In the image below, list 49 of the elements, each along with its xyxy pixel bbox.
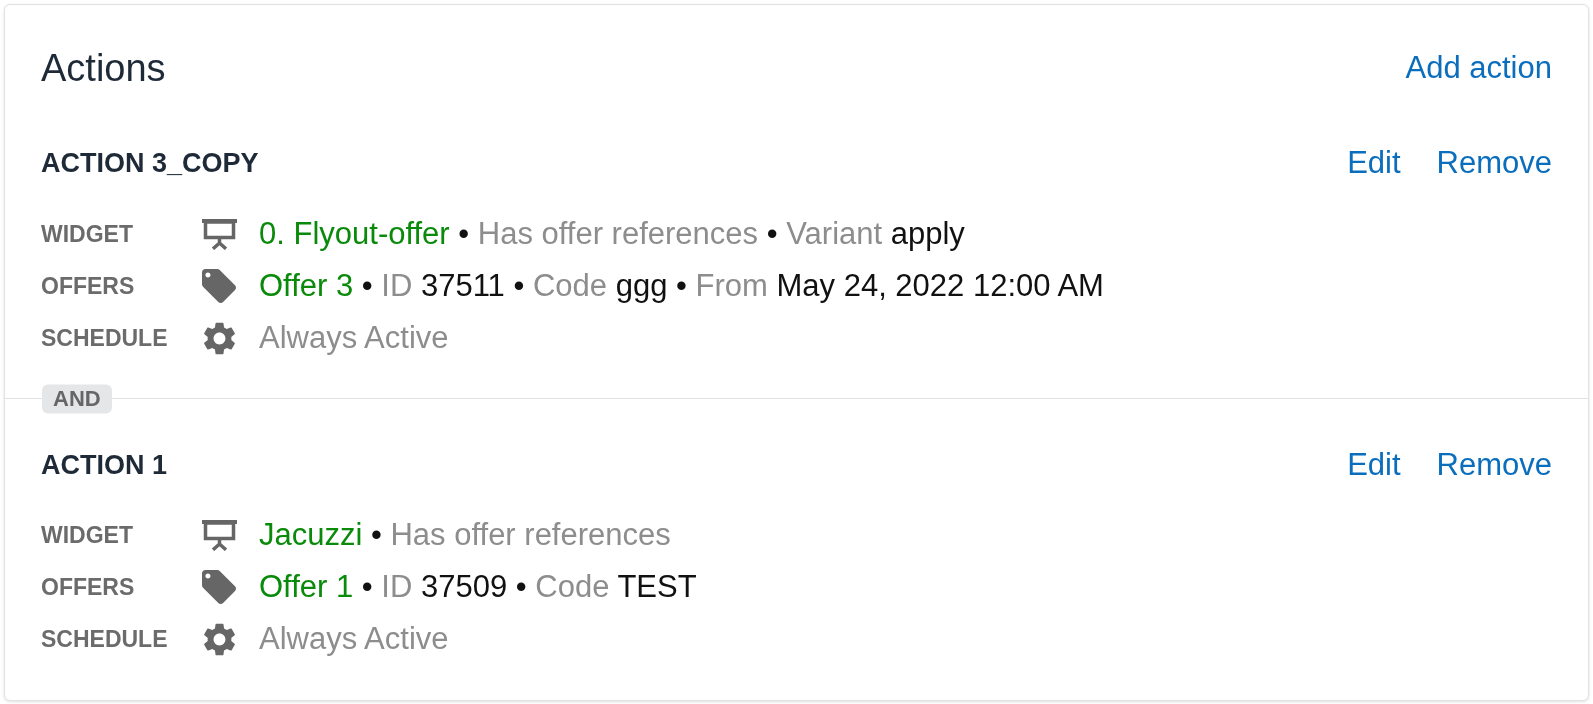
field-value: TEST xyxy=(617,569,697,604)
field-value: 37509 xyxy=(420,569,508,604)
offer-name: Offer 1 xyxy=(259,569,354,604)
bullet-separator: • xyxy=(458,216,470,251)
bullet-separator: • xyxy=(361,569,373,604)
and-badge: AND xyxy=(42,384,112,413)
card-title: Actions xyxy=(41,46,166,91)
widget-label: WIDGET xyxy=(41,219,134,249)
field-value: May 24, 2022 12:00 AM xyxy=(776,268,1104,303)
presentation-board-icon xyxy=(201,519,237,551)
offer-name: Offer 3 xyxy=(259,268,354,303)
widget-name: 0. Flyout-offer xyxy=(259,216,450,251)
gear-icon xyxy=(203,622,235,656)
presentation-board-icon xyxy=(201,218,237,250)
action-title: ACTION 3_COPY xyxy=(41,146,259,180)
field-label: From xyxy=(695,268,768,303)
bullet-separator: • xyxy=(676,268,687,303)
bullet-separator: • xyxy=(515,569,527,604)
add-action-link[interactable]: Add action xyxy=(1405,48,1552,88)
field-label: Code xyxy=(532,268,608,303)
field-value: apply xyxy=(890,216,965,251)
field-value: 37511 xyxy=(420,268,505,303)
bullet-separator: • xyxy=(361,268,373,303)
edit-link[interactable]: Edit xyxy=(1347,445,1401,485)
offers-label: OFFERS xyxy=(41,271,136,301)
note-text: Has offer references xyxy=(390,517,671,552)
remove-link[interactable]: Remove xyxy=(1436,143,1552,183)
offers-label: OFFERS xyxy=(41,572,136,602)
field-label: ID xyxy=(381,569,413,604)
bullet-separator: • xyxy=(371,517,382,552)
schedule-label: SCHEDULE xyxy=(41,624,169,654)
edit-link[interactable]: Edit xyxy=(1347,143,1401,183)
tag-icon xyxy=(202,269,236,303)
field-label: ID xyxy=(381,268,413,303)
note-text: Always Active xyxy=(259,320,449,355)
field-label: Variant xyxy=(786,216,883,251)
field-value: ggg xyxy=(615,268,668,303)
bullet-separator: • xyxy=(513,268,525,303)
action-title: ACTION 1 xyxy=(41,448,167,482)
note-text: Always Active xyxy=(259,621,449,656)
widget-label: WIDGET xyxy=(41,520,134,550)
tag-icon xyxy=(202,570,236,604)
field-label: Code xyxy=(535,569,610,604)
remove-link[interactable]: Remove xyxy=(1436,445,1552,485)
note-text: Has offer references xyxy=(477,216,759,251)
widget-name: Jacuzzi xyxy=(259,517,363,552)
schedule-label: SCHEDULE xyxy=(41,323,169,353)
bullet-separator: • xyxy=(766,216,778,251)
gear-icon xyxy=(203,321,235,355)
